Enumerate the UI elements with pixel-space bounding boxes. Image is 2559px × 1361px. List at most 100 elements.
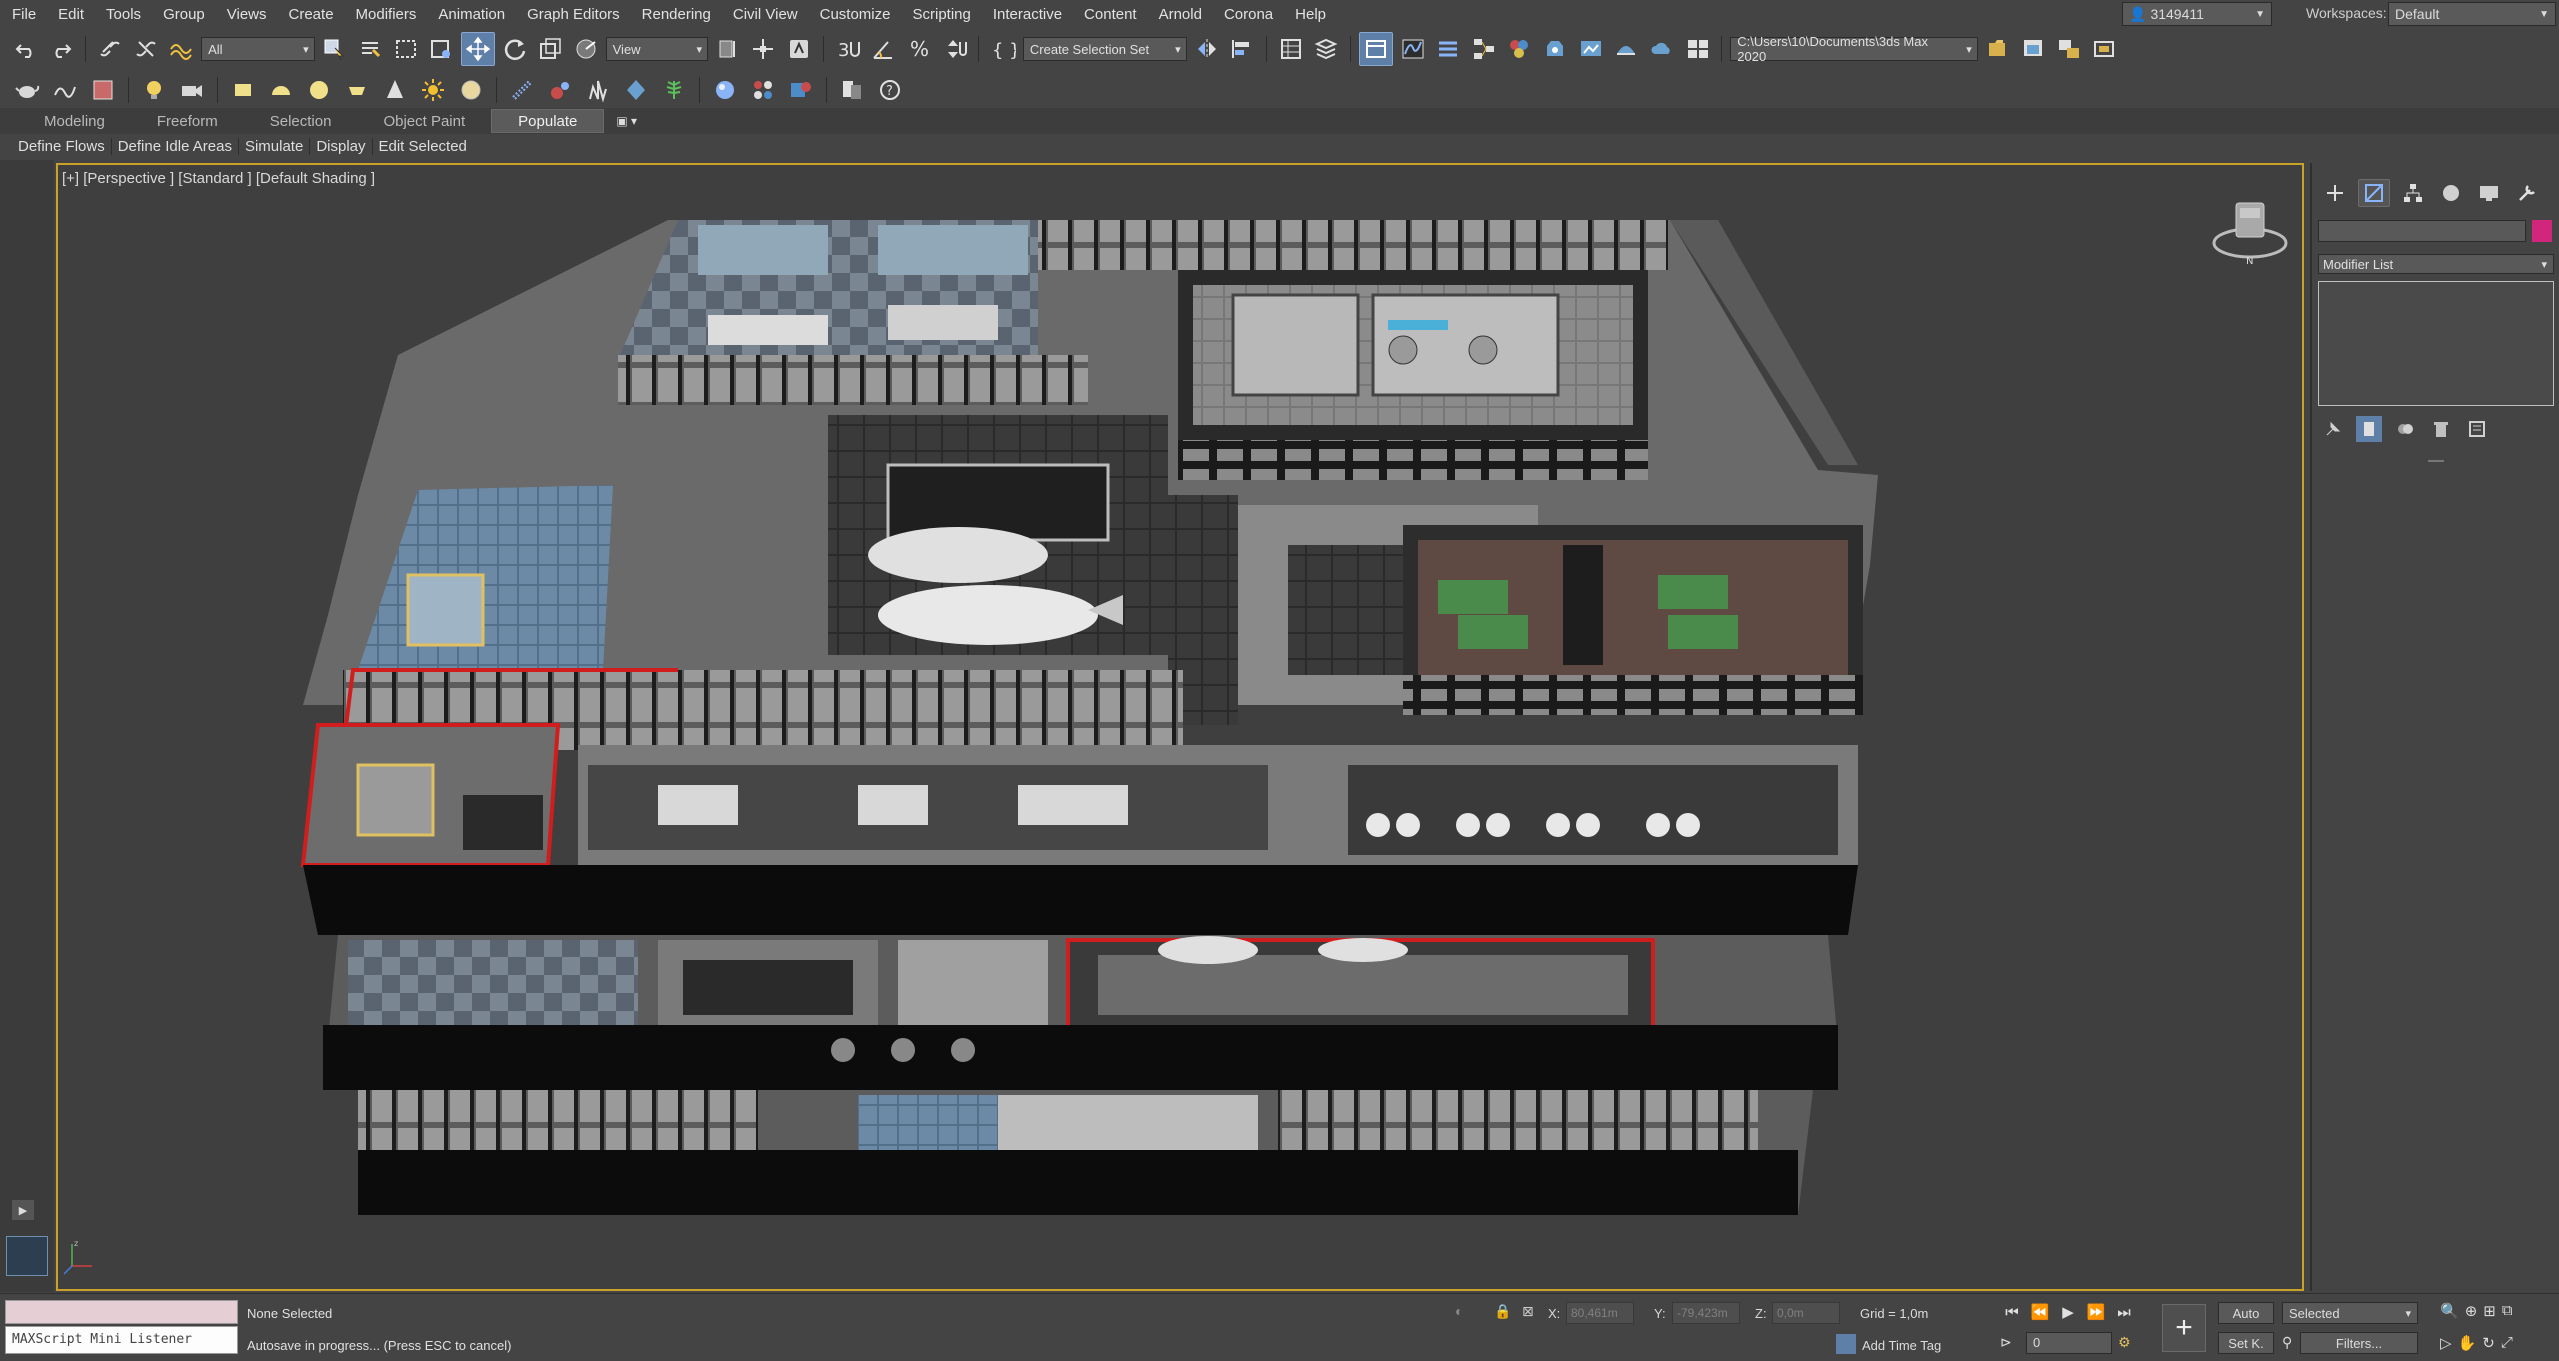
workspace-select[interactable]: Default ▼ (2388, 2, 2556, 26)
object-color-swatch[interactable] (2532, 220, 2552, 242)
toggle-ribbon-button[interactable] (1359, 32, 1393, 66)
proxy-icon[interactable] (543, 74, 577, 106)
ribbon-display-button[interactable]: Display (310, 137, 373, 155)
scene-explorer-button[interactable] (1275, 33, 1307, 65)
dome-light-icon[interactable] (264, 74, 298, 106)
zoom-extents-all-icon[interactable]: ⧉ (2502, 1302, 2513, 1320)
ribbon-simulate-button[interactable]: Simulate (239, 137, 311, 155)
add-time-tag-button[interactable]: Add Time Tag (1862, 1338, 1941, 1353)
named-selection-set-dropdown[interactable]: Create Selection Set (1022, 37, 1187, 61)
auto-key-button[interactable]: Auto (2218, 1302, 2274, 1324)
schematic-view-button[interactable] (1468, 33, 1500, 65)
a360-gallery-button[interactable] (1682, 33, 1714, 65)
render-setup-button[interactable] (1539, 33, 1571, 65)
menu-help[interactable]: Help (1284, 6, 1337, 23)
motion-tab-icon[interactable] (2436, 180, 2466, 206)
link-button[interactable] (94, 33, 126, 65)
previous-frame-icon[interactable]: ⏪ (2028, 1300, 2052, 1324)
fern-icon[interactable] (657, 74, 691, 106)
menu-views[interactable]: Views (216, 6, 278, 23)
create-tab-icon[interactable] (2320, 180, 2350, 206)
modifier-stack[interactable] (2318, 281, 2554, 406)
curve-editor-button[interactable] (1397, 33, 1429, 65)
ies-light-icon[interactable] (340, 74, 374, 106)
select-manipulate-button[interactable] (748, 33, 780, 65)
set-key-big-icon[interactable]: + (2162, 1304, 2206, 1352)
menu-corona[interactable]: Corona (1213, 6, 1284, 23)
filters-button[interactable]: Filters... (2300, 1332, 2418, 1354)
maximize-viewport-icon[interactable]: ⤢ (2501, 1334, 2513, 1352)
redo-button[interactable] (46, 33, 78, 65)
selection-filter-dropdown[interactable]: All (201, 37, 315, 61)
material-sphere-icon[interactable] (708, 74, 742, 106)
project-set-button[interactable] (1982, 33, 2014, 65)
menu-group[interactable]: Group (152, 6, 216, 23)
select-and-move-button[interactable] (461, 32, 495, 66)
perspective-viewport[interactable] (56, 163, 2304, 1291)
create-spline-icon[interactable] (48, 74, 82, 106)
maxscript-listener-output[interactable]: MAXScript Mini Listener (5, 1326, 238, 1354)
play-icon[interactable]: ▶ (2056, 1300, 2080, 1324)
set-key-button[interactable]: Set K. (2218, 1332, 2274, 1354)
menu-scripting[interactable]: Scripting (901, 6, 981, 23)
ribbon-options-icon[interactable]: ▣ ▾ (616, 114, 637, 128)
object-name-field[interactable] (2318, 220, 2526, 242)
create-plane-icon[interactable] (86, 74, 120, 106)
field-of-view-icon[interactable]: ▷ (2440, 1334, 2452, 1352)
keyboard-shortcut-override-button[interactable] (783, 33, 815, 65)
select-by-name-button[interactable] (354, 33, 386, 65)
spot-light-icon[interactable] (378, 74, 412, 106)
edit-named-selection-button[interactable]: { } (987, 33, 1019, 65)
ribbon-define-idle-areas-button[interactable]: Define Idle Areas (112, 137, 239, 155)
configure-modifier-sets-icon[interactable] (2464, 416, 2490, 442)
reference-coordinate-dropdown[interactable]: View (605, 37, 709, 61)
environment-light-icon[interactable] (454, 74, 488, 106)
menu-rendering[interactable]: Rendering (631, 6, 722, 23)
current-frame-field[interactable]: 0 (2026, 1332, 2112, 1354)
light-bulb-icon[interactable] (137, 74, 171, 106)
render-in-cloud-button[interactable] (1646, 33, 1678, 65)
layer-explorer-button[interactable] (1311, 33, 1343, 65)
render-production-button[interactable] (1610, 33, 1642, 65)
go-to-end-icon[interactable]: ⏭ (2112, 1300, 2136, 1324)
key-filters-icon[interactable]: ⚲ (2282, 1334, 2292, 1351)
isolate-selection-icon[interactable]: ◐ (1455, 1303, 1463, 1319)
scatter-icon[interactable] (505, 74, 539, 106)
selection-lock-icon[interactable]: 🔒 (1494, 1303, 1511, 1320)
menu-animation[interactable]: Animation (427, 6, 516, 23)
pin-stack-icon[interactable] (2320, 416, 2346, 442)
menu-interactive[interactable]: Interactive (982, 6, 1073, 23)
make-unique-icon[interactable] (2392, 416, 2418, 442)
render-elements-icon[interactable] (784, 74, 818, 106)
viewcube[interactable]: N (2210, 198, 2290, 270)
show-end-result-icon[interactable] (2356, 416, 2382, 442)
zoom-icon[interactable]: 🔍 (2440, 1302, 2459, 1320)
tab-selection[interactable]: Selection (244, 110, 358, 132)
rendered-frame-window-button[interactable] (1575, 33, 1607, 65)
decal-icon[interactable] (619, 74, 653, 106)
converter-icon[interactable] (835, 74, 869, 106)
menu-content[interactable]: Content (1073, 6, 1148, 23)
material-editor-button[interactable] (1504, 33, 1536, 65)
open-explorer-button[interactable] (2017, 33, 2049, 65)
select-object-button[interactable] (319, 33, 351, 65)
ribbon-edit-selected-button[interactable]: Edit Selected (373, 138, 473, 155)
maxscript-listener-input[interactable] (5, 1300, 238, 1324)
scene-states-button[interactable] (2053, 33, 2085, 65)
menu-graph-editors[interactable]: Graph Editors (516, 6, 631, 23)
menu-tools[interactable]: Tools (95, 6, 152, 23)
zoom-extents-icon[interactable]: ⊞ (2483, 1302, 2496, 1320)
menu-modifiers[interactable]: Modifiers (345, 6, 428, 23)
angle-snap-button[interactable] (867, 33, 899, 65)
teapot-icon[interactable] (10, 74, 44, 106)
camera-icon[interactable] (175, 74, 209, 106)
select-and-rotate-button[interactable] (499, 33, 531, 65)
project-folder-dropdown[interactable]: C:\Users\10\Documents\3ds Max 2020 (1730, 34, 1978, 64)
mirror-button[interactable] (1191, 33, 1223, 65)
key-mode-icon[interactable]: ⊳ (2000, 1334, 2012, 1351)
tab-object-paint[interactable]: Object Paint (357, 110, 491, 132)
menu-edit[interactable]: Edit (47, 6, 95, 23)
time-tag-icon[interactable] (1836, 1334, 1856, 1354)
help-icon[interactable]: ? (873, 74, 907, 106)
menu-file[interactable]: File (0, 6, 47, 23)
